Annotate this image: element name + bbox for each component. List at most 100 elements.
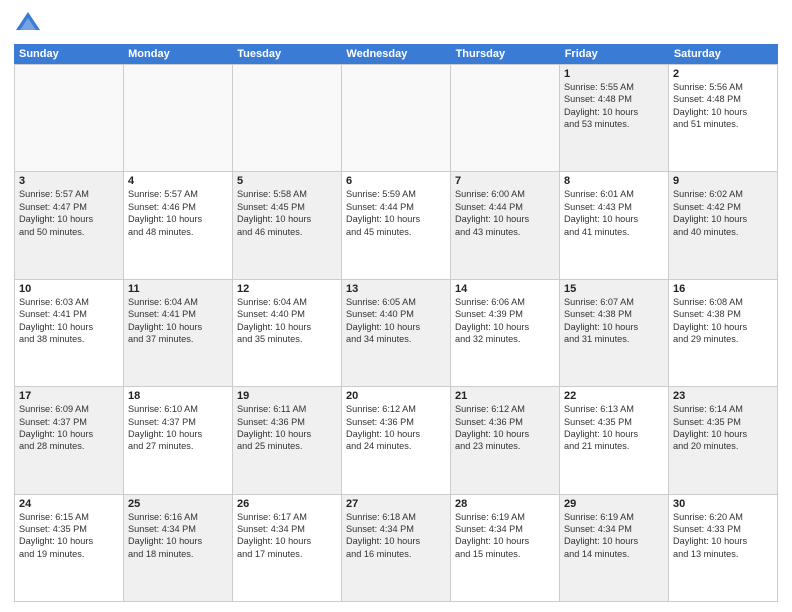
day-number: 22: [564, 390, 664, 402]
cal-cell-11: 11Sunrise: 6:04 AM Sunset: 4:41 PM Dayli…: [124, 280, 233, 387]
cal-cell-8: 8Sunrise: 6:01 AM Sunset: 4:43 PM Daylig…: [560, 172, 669, 279]
day-info: Sunrise: 6:09 AM Sunset: 4:37 PM Dayligh…: [19, 403, 119, 453]
cal-cell-21: 21Sunrise: 6:12 AM Sunset: 4:36 PM Dayli…: [451, 387, 560, 494]
header-day-tuesday: Tuesday: [232, 44, 341, 64]
day-info: Sunrise: 5:58 AM Sunset: 4:45 PM Dayligh…: [237, 188, 337, 238]
day-number: 9: [673, 175, 773, 187]
day-number: 12: [237, 283, 337, 295]
calendar: SundayMondayTuesdayWednesdayThursdayFrid…: [14, 44, 778, 602]
cal-cell-empty-0-0: [15, 65, 124, 172]
day-number: 4: [128, 175, 228, 187]
cal-cell-10: 10Sunrise: 6:03 AM Sunset: 4:41 PM Dayli…: [15, 280, 124, 387]
day-info: Sunrise: 6:01 AM Sunset: 4:43 PM Dayligh…: [564, 188, 664, 238]
week-row-2: 10Sunrise: 6:03 AM Sunset: 4:41 PM Dayli…: [15, 280, 778, 387]
cal-cell-5: 5Sunrise: 5:58 AM Sunset: 4:45 PM Daylig…: [233, 172, 342, 279]
calendar-body: 1Sunrise: 5:55 AM Sunset: 4:48 PM Daylig…: [14, 64, 778, 602]
day-info: Sunrise: 6:16 AM Sunset: 4:34 PM Dayligh…: [128, 511, 228, 561]
cal-cell-20: 20Sunrise: 6:12 AM Sunset: 4:36 PM Dayli…: [342, 387, 451, 494]
day-number: 5: [237, 175, 337, 187]
cal-cell-26: 26Sunrise: 6:17 AM Sunset: 4:34 PM Dayli…: [233, 495, 342, 602]
cal-cell-30: 30Sunrise: 6:20 AM Sunset: 4:33 PM Dayli…: [669, 495, 778, 602]
cal-cell-13: 13Sunrise: 6:05 AM Sunset: 4:40 PM Dayli…: [342, 280, 451, 387]
day-number: 27: [346, 498, 446, 510]
cal-cell-25: 25Sunrise: 6:16 AM Sunset: 4:34 PM Dayli…: [124, 495, 233, 602]
day-number: 13: [346, 283, 446, 295]
header-day-thursday: Thursday: [451, 44, 560, 64]
day-info: Sunrise: 6:10 AM Sunset: 4:37 PM Dayligh…: [128, 403, 228, 453]
day-number: 26: [237, 498, 337, 510]
header-day-monday: Monday: [123, 44, 232, 64]
day-info: Sunrise: 5:55 AM Sunset: 4:48 PM Dayligh…: [564, 81, 664, 131]
day-info: Sunrise: 6:08 AM Sunset: 4:38 PM Dayligh…: [673, 296, 773, 346]
day-info: Sunrise: 5:57 AM Sunset: 4:47 PM Dayligh…: [19, 188, 119, 238]
cal-cell-14: 14Sunrise: 6:06 AM Sunset: 4:39 PM Dayli…: [451, 280, 560, 387]
day-number: 23: [673, 390, 773, 402]
day-info: Sunrise: 6:19 AM Sunset: 4:34 PM Dayligh…: [564, 511, 664, 561]
day-info: Sunrise: 6:06 AM Sunset: 4:39 PM Dayligh…: [455, 296, 555, 346]
day-info: Sunrise: 6:15 AM Sunset: 4:35 PM Dayligh…: [19, 511, 119, 561]
day-number: 15: [564, 283, 664, 295]
day-number: 29: [564, 498, 664, 510]
day-number: 28: [455, 498, 555, 510]
day-info: Sunrise: 6:13 AM Sunset: 4:35 PM Dayligh…: [564, 403, 664, 453]
cal-cell-empty-0-3: [342, 65, 451, 172]
day-info: Sunrise: 6:12 AM Sunset: 4:36 PM Dayligh…: [346, 403, 446, 453]
day-number: 19: [237, 390, 337, 402]
day-number: 21: [455, 390, 555, 402]
day-info: Sunrise: 6:19 AM Sunset: 4:34 PM Dayligh…: [455, 511, 555, 561]
day-info: Sunrise: 6:00 AM Sunset: 4:44 PM Dayligh…: [455, 188, 555, 238]
cal-cell-3: 3Sunrise: 5:57 AM Sunset: 4:47 PM Daylig…: [15, 172, 124, 279]
week-row-4: 24Sunrise: 6:15 AM Sunset: 4:35 PM Dayli…: [15, 495, 778, 602]
day-info: Sunrise: 6:07 AM Sunset: 4:38 PM Dayligh…: [564, 296, 664, 346]
day-info: Sunrise: 6:05 AM Sunset: 4:40 PM Dayligh…: [346, 296, 446, 346]
cal-cell-19: 19Sunrise: 6:11 AM Sunset: 4:36 PM Dayli…: [233, 387, 342, 494]
day-info: Sunrise: 6:12 AM Sunset: 4:36 PM Dayligh…: [455, 403, 555, 453]
header-day-friday: Friday: [560, 44, 669, 64]
cal-cell-23: 23Sunrise: 6:14 AM Sunset: 4:35 PM Dayli…: [669, 387, 778, 494]
day-number: 25: [128, 498, 228, 510]
cal-cell-1: 1Sunrise: 5:55 AM Sunset: 4:48 PM Daylig…: [560, 65, 669, 172]
page: SundayMondayTuesdayWednesdayThursdayFrid…: [0, 0, 792, 612]
day-info: Sunrise: 6:04 AM Sunset: 4:40 PM Dayligh…: [237, 296, 337, 346]
day-info: Sunrise: 6:03 AM Sunset: 4:41 PM Dayligh…: [19, 296, 119, 346]
week-row-3: 17Sunrise: 6:09 AM Sunset: 4:37 PM Dayli…: [15, 387, 778, 494]
day-info: Sunrise: 6:11 AM Sunset: 4:36 PM Dayligh…: [237, 403, 337, 453]
cal-cell-empty-0-2: [233, 65, 342, 172]
cal-cell-16: 16Sunrise: 6:08 AM Sunset: 4:38 PM Dayli…: [669, 280, 778, 387]
week-row-1: 3Sunrise: 5:57 AM Sunset: 4:47 PM Daylig…: [15, 172, 778, 279]
day-number: 10: [19, 283, 119, 295]
cal-cell-12: 12Sunrise: 6:04 AM Sunset: 4:40 PM Dayli…: [233, 280, 342, 387]
cal-cell-empty-0-4: [451, 65, 560, 172]
day-number: 8: [564, 175, 664, 187]
cal-cell-17: 17Sunrise: 6:09 AM Sunset: 4:37 PM Dayli…: [15, 387, 124, 494]
cal-cell-27: 27Sunrise: 6:18 AM Sunset: 4:34 PM Dayli…: [342, 495, 451, 602]
day-info: Sunrise: 6:17 AM Sunset: 4:34 PM Dayligh…: [237, 511, 337, 561]
header-day-wednesday: Wednesday: [341, 44, 450, 64]
cal-cell-22: 22Sunrise: 6:13 AM Sunset: 4:35 PM Dayli…: [560, 387, 669, 494]
day-info: Sunrise: 6:02 AM Sunset: 4:42 PM Dayligh…: [673, 188, 773, 238]
day-info: Sunrise: 6:20 AM Sunset: 4:33 PM Dayligh…: [673, 511, 773, 561]
day-number: 14: [455, 283, 555, 295]
day-info: Sunrise: 6:04 AM Sunset: 4:41 PM Dayligh…: [128, 296, 228, 346]
logo: [14, 10, 46, 38]
day-number: 7: [455, 175, 555, 187]
day-info: Sunrise: 5:56 AM Sunset: 4:48 PM Dayligh…: [673, 81, 773, 131]
cal-cell-18: 18Sunrise: 6:10 AM Sunset: 4:37 PM Dayli…: [124, 387, 233, 494]
cal-cell-2: 2Sunrise: 5:56 AM Sunset: 4:48 PM Daylig…: [669, 65, 778, 172]
day-number: 11: [128, 283, 228, 295]
cal-cell-28: 28Sunrise: 6:19 AM Sunset: 4:34 PM Dayli…: [451, 495, 560, 602]
cal-cell-7: 7Sunrise: 6:00 AM Sunset: 4:44 PM Daylig…: [451, 172, 560, 279]
day-info: Sunrise: 6:14 AM Sunset: 4:35 PM Dayligh…: [673, 403, 773, 453]
day-number: 16: [673, 283, 773, 295]
day-number: 17: [19, 390, 119, 402]
cal-cell-24: 24Sunrise: 6:15 AM Sunset: 4:35 PM Dayli…: [15, 495, 124, 602]
week-row-0: 1Sunrise: 5:55 AM Sunset: 4:48 PM Daylig…: [15, 65, 778, 172]
day-number: 3: [19, 175, 119, 187]
cal-cell-9: 9Sunrise: 6:02 AM Sunset: 4:42 PM Daylig…: [669, 172, 778, 279]
header-day-sunday: Sunday: [14, 44, 123, 64]
day-number: 30: [673, 498, 773, 510]
header-day-saturday: Saturday: [669, 44, 778, 64]
day-number: 20: [346, 390, 446, 402]
day-info: Sunrise: 5:59 AM Sunset: 4:44 PM Dayligh…: [346, 188, 446, 238]
logo-icon: [14, 10, 42, 38]
